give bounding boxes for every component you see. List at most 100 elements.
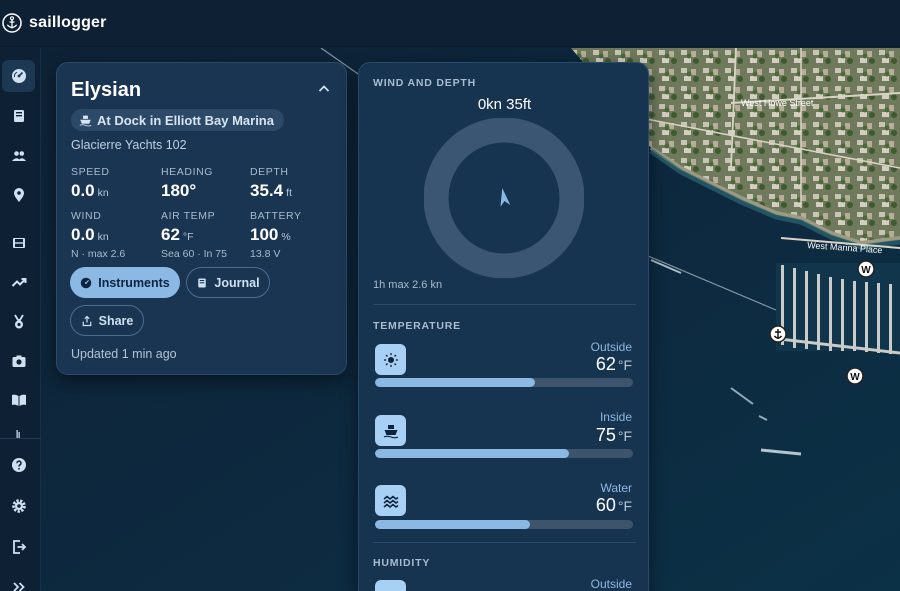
sidebar-item-crew[interactable] (2, 140, 35, 172)
sidebar-item-expand[interactable] (2, 571, 35, 591)
sidebar-item-videos[interactable] (2, 227, 35, 259)
boat-anchor-marker[interactable] (769, 325, 787, 343)
journal-button[interactable]: Journal (186, 267, 270, 298)
temp-outside-icon-box (375, 344, 406, 375)
top-bar: saillogger (0, 0, 900, 47)
dashboard-icon (11, 69, 26, 83)
sidebar-item-help[interactable] (2, 449, 35, 481)
temp-inside-icon-box (375, 415, 406, 446)
anchor-logo-icon (2, 13, 22, 33)
film-icon (12, 238, 25, 248)
sidebar-item-logbook[interactable] (2, 100, 35, 132)
stat-value: 35.4 (250, 181, 284, 200)
wind-depth-readout: 0kn 35ft (477, 96, 532, 113)
stat-label: AIR TEMP (161, 210, 216, 222)
stat-value: 0.0 (71, 181, 95, 200)
wind-gauge (424, 118, 584, 278)
ship-icon (79, 115, 92, 126)
logbook-icon (198, 278, 207, 287)
app-name[interactable]: saillogger (29, 14, 107, 32)
stat-unit: % (281, 231, 291, 243)
boat-name[interactable]: Elysian (71, 79, 141, 102)
stat-value: 100 (250, 225, 279, 244)
stat-depth: DEPTH 35.4 ft (250, 166, 335, 201)
help-icon (11, 458, 26, 472)
instruments-button-label: Instruments (98, 275, 170, 290)
sidebar-item-achievements[interactable] (2, 306, 35, 338)
stat-label: SPEED (71, 166, 110, 178)
logout-icon (12, 540, 26, 554)
instruments-button[interactable]: Instruments (70, 267, 180, 298)
sidebar-item-stats[interactable] (2, 424, 35, 438)
stat-sub: Sea 60 · In 75 (161, 248, 227, 260)
stat-value: 0.0 (71, 225, 95, 244)
boat-icon (383, 424, 398, 438)
share-button[interactable]: Share (70, 305, 144, 336)
section-divider (373, 304, 636, 305)
stat-label: WIND (71, 210, 102, 222)
temp-water-bar (375, 520, 633, 529)
sidebar-item-settings[interactable] (2, 490, 35, 522)
section-title-wind-depth: WIND AND DEPTH (373, 77, 476, 89)
sidebar-item-logout[interactable] (2, 531, 35, 563)
status-badge: At Dock in Elliott Bay Marina (71, 109, 284, 131)
stat-wind: WIND 0.0 kn N · max 2.6 (71, 210, 156, 260)
boat-summary-card: Elysian At Dock in Elliott Bay Marina Gl… (56, 62, 347, 375)
map-marker-w1[interactable]: W (857, 260, 875, 278)
share-icon (82, 315, 91, 326)
stat-label: HEADING (161, 166, 214, 178)
stat-speed: SPEED 0.0 kn (71, 166, 156, 201)
medal-icon (13, 314, 24, 329)
stat-value: 180° (161, 181, 197, 200)
bar-chart-icon (16, 430, 20, 438)
sidebar-item-trends[interactable] (2, 266, 35, 298)
stat-label: BATTERY (250, 210, 302, 222)
section-title-humidity: HUMIDITY (373, 557, 431, 569)
logbook-icon (13, 110, 24, 122)
humidity-outside-label: Outside (590, 577, 632, 591)
stat-sub: 13.8 V (250, 248, 281, 260)
wind-max: 1h max 2.6 kn (373, 279, 443, 291)
boat-model: Glacierre Yachts 102 (71, 138, 187, 152)
trending-icon (11, 278, 26, 287)
temp-outside-value: 62 °F (595, 354, 632, 374)
temp-outside-label: Outside (590, 340, 632, 354)
temp-water-icon-box (375, 485, 406, 516)
stat-unit: kn (97, 187, 109, 199)
share-button-label: Share (98, 313, 134, 328)
location-pin-icon (13, 188, 24, 202)
instruments-panel[interactable]: WIND AND DEPTH 0kn 35ft 1h max 2.6 kn TE… (358, 62, 649, 591)
map-label-howe: West Howe Street (741, 98, 814, 108)
svg-text:W: W (850, 372, 860, 383)
temp-inside-bar (375, 449, 633, 458)
crew-icon (11, 151, 26, 161)
sidebar-item-location[interactable] (2, 179, 35, 211)
chevron-up-icon[interactable] (316, 81, 332, 97)
svg-text:W: W (861, 265, 871, 276)
dashboard-icon (80, 277, 92, 288)
temp-water-label: Water (600, 481, 632, 495)
heading-arrow-icon (500, 188, 511, 207)
stat-heading: HEADING 180° (161, 166, 246, 201)
map-marker-w2[interactable]: W (846, 367, 864, 385)
status-text: At Dock in Elliott Bay Marina (97, 112, 274, 128)
sidebar-item-photos[interactable] (2, 345, 35, 377)
stat-unit: °F (182, 231, 194, 243)
sidebar-nav (0, 48, 41, 591)
temp-outside-bar (375, 378, 633, 387)
temp-outside-bar-fill (375, 378, 535, 387)
sidebar-item-dashboard[interactable] (2, 60, 35, 92)
stat-unit: ft (286, 187, 292, 199)
water-icon (383, 495, 398, 508)
stat-air-temp: AIR TEMP 62 °F Sea 60 · In 75 (161, 210, 246, 260)
stat-battery: BATTERY 100% 13.8 V (250, 210, 335, 260)
journal-button-label: Journal (214, 275, 260, 290)
sidebar-divider (0, 438, 41, 439)
temp-water-value: 60 °F (595, 495, 632, 515)
stat-value: 62 (161, 225, 180, 244)
temp-inside-label: Inside (599, 410, 632, 424)
humidity-outside-icon-box (375, 580, 406, 591)
temp-inside-value: 75 °F (595, 425, 632, 445)
sidebar-item-guides[interactable] (2, 384, 35, 416)
temp-water-bar-fill (375, 520, 530, 529)
